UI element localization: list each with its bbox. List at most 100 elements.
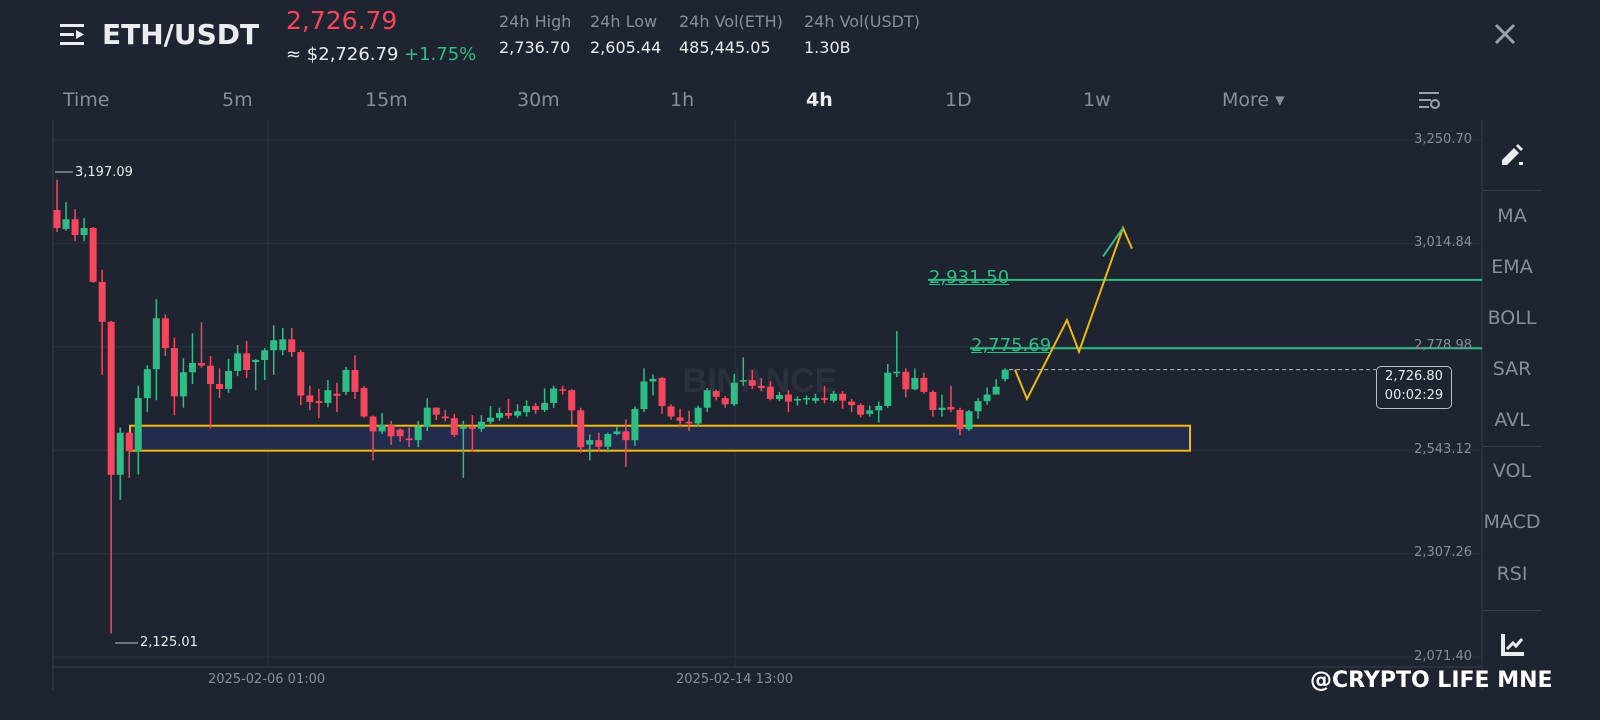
candle-countdown: 00:02:29 (1384, 388, 1444, 403)
candle-down (89, 227, 97, 282)
stat-label-vol-usdt: 24h Vol(USDT) (804, 12, 920, 31)
divider (1482, 446, 1542, 447)
candle-up (739, 380, 747, 382)
candle-up (694, 407, 702, 424)
candle-up (1001, 369, 1009, 380)
projection-arrow-head (1102, 227, 1124, 258)
tab-1w[interactable]: 1w (1083, 89, 1111, 111)
x-tick: 2025-02-14 13:00 (676, 672, 794, 687)
tab-5m[interactable]: 5m (222, 89, 253, 111)
candle-up (514, 411, 522, 416)
candle-up (378, 424, 386, 432)
candle-down (125, 432, 133, 452)
candle-up (324, 390, 332, 403)
pair-title[interactable]: ETH/USDT (102, 18, 259, 51)
candle-down (333, 393, 341, 396)
stat-label-high: 24h High (499, 12, 572, 31)
candle-up (992, 386, 1000, 395)
candle-down (748, 380, 756, 386)
candle-down (161, 318, 169, 349)
candle-up (523, 405, 531, 413)
candle-down (468, 427, 476, 429)
candle-down (784, 394, 792, 402)
candle-up (911, 377, 919, 390)
candle-down (757, 385, 765, 389)
candle-up (261, 350, 269, 360)
tab-1h[interactable]: 1h (670, 89, 694, 111)
candle-down (71, 219, 79, 236)
candle-up (974, 401, 982, 412)
candle-down (351, 370, 359, 392)
candle-down (848, 401, 856, 406)
candle-up (893, 371, 901, 374)
divider (1482, 610, 1542, 611)
candle-down (387, 425, 395, 437)
candle-down (902, 371, 910, 390)
indicator-macd[interactable]: MACD (1482, 511, 1542, 533)
candle-up (613, 431, 621, 435)
candle-up (793, 398, 801, 401)
candle-up (414, 426, 422, 441)
indicator-boll[interactable]: BOLL (1482, 307, 1542, 329)
candle-up (143, 369, 151, 399)
tab-30m[interactable]: 30m (517, 89, 560, 111)
candle-up (459, 427, 467, 429)
candle-down (685, 421, 693, 424)
candle-down (170, 348, 178, 397)
menu-icon[interactable] (58, 22, 88, 48)
candle-up (279, 339, 287, 351)
candle-up (342, 370, 350, 392)
candle-down (288, 339, 296, 353)
candle-up (884, 372, 892, 406)
candle-up (270, 340, 278, 351)
current-price: 2,726.80 (1385, 369, 1443, 384)
y-tick: 2,307.26 (1414, 545, 1472, 560)
candle-down (243, 353, 251, 371)
candle-up (188, 363, 196, 373)
candle-up (830, 393, 838, 401)
indicator-rsi[interactable]: RSI (1482, 563, 1542, 585)
candle-up (703, 390, 711, 408)
projection-path[interactable] (1014, 225, 1133, 402)
trend-chart-icon[interactable] (1500, 632, 1526, 662)
candle-up (225, 370, 233, 389)
tab-4h[interactable]: 4h (806, 89, 833, 111)
candle-down (839, 393, 847, 401)
pencil-icon[interactable] (1499, 143, 1527, 173)
projection-zigzag (1014, 225, 1133, 402)
candle-down (595, 440, 603, 447)
level-lines[interactable] (928, 278, 1482, 371)
candle-down (53, 210, 61, 228)
change-percent: +1.75% (404, 44, 477, 65)
tab-1d[interactable]: 1D (945, 89, 972, 111)
candle-up (875, 405, 883, 411)
candle-down (568, 390, 576, 411)
tab-more[interactable]: More ▾ (1222, 89, 1285, 111)
indicator-vol[interactable]: VOL (1482, 460, 1542, 482)
candle-down (532, 405, 540, 410)
candle-up (730, 382, 738, 405)
candle-up (486, 417, 494, 422)
candle-up (812, 398, 820, 401)
support-zone[interactable] (129, 424, 1191, 452)
candle-up (152, 318, 160, 370)
candle-down (98, 281, 106, 322)
support-zone-rect (129, 424, 1191, 452)
close-icon[interactable] (1493, 22, 1517, 50)
indicator-ema[interactable]: EMA (1482, 256, 1542, 278)
tab-15m[interactable]: 15m (365, 89, 408, 111)
stat-label-low: 24h Low (590, 12, 658, 31)
indicator-ma[interactable]: MA (1482, 205, 1542, 227)
divider (1482, 190, 1542, 191)
candle-up (116, 432, 124, 475)
candle-down (920, 377, 928, 392)
candle-down (450, 418, 458, 435)
indicator-avl[interactable]: AVL (1482, 409, 1542, 431)
chart-settings-icon[interactable] (1418, 89, 1442, 115)
candle-down (396, 429, 404, 437)
candle-up (495, 412, 503, 418)
indicator-sar[interactable]: SAR (1482, 358, 1542, 380)
candle-down (929, 391, 937, 410)
tab-time[interactable]: Time (63, 89, 110, 111)
y-tick: 3,014.84 (1414, 235, 1472, 250)
